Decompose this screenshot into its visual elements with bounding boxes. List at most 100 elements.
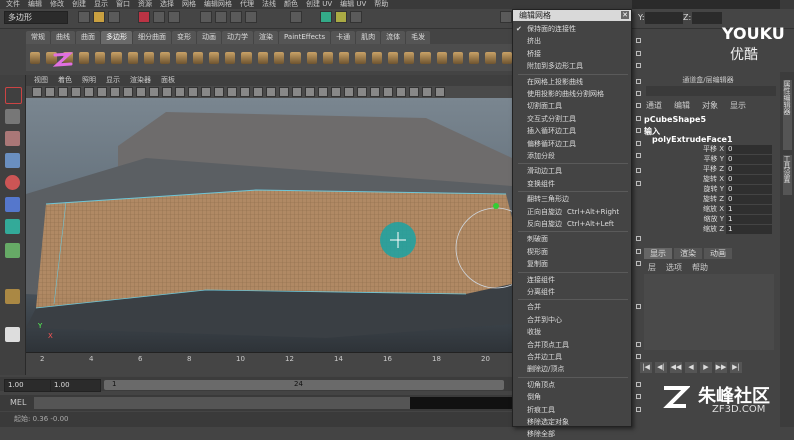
- attribute-value[interactable]: 0: [726, 175, 772, 184]
- layout-four-icon[interactable]: [5, 327, 20, 342]
- range-start-field[interactable]: 1.00: [4, 379, 51, 392]
- shelf-tool-icon[interactable]: [371, 51, 382, 64]
- snap-curve-icon[interactable]: [215, 11, 227, 23]
- layer-tab[interactable]: 显示: [644, 248, 672, 259]
- shelf-tab[interactable]: 变形: [172, 31, 196, 44]
- object-name[interactable]: pCubeShape5: [644, 116, 774, 132]
- layer-menu-item[interactable]: 层: [648, 262, 656, 273]
- menu-item[interactable]: 切角顶点: [513, 379, 645, 391]
- menu-item[interactable]: 反向自旋边 Ctrl+Alt+Left: [513, 218, 645, 230]
- save-scene-icon[interactable]: [108, 11, 120, 23]
- snap-point-icon[interactable]: [230, 11, 242, 23]
- shelf-tool-icon[interactable]: [160, 51, 171, 64]
- step-back-icon[interactable]: ◀◀: [670, 361, 682, 373]
- attribute-row[interactable]: 缩放 Y1: [644, 215, 772, 224]
- step-forward-icon[interactable]: ▶▶: [715, 361, 727, 373]
- shelf-tool-icon[interactable]: [436, 51, 447, 64]
- viewport-menu-item[interactable]: 着色: [58, 75, 72, 86]
- menu-item[interactable]: 合并到中心: [513, 314, 645, 326]
- attribute-row[interactable]: 旋转 X0: [644, 175, 772, 184]
- select-tool-icon[interactable]: [5, 87, 22, 104]
- option-box-icon[interactable]: [636, 354, 641, 359]
- menu-item[interactable]: 桥接: [513, 48, 645, 60]
- 3d-viewport[interactable]: [26, 98, 512, 352]
- last-tool-icon[interactable]: [5, 243, 20, 258]
- menubar-item[interactable]: 窗口: [116, 0, 130, 9]
- manipulator-tool-icon[interactable]: [5, 219, 20, 234]
- attribute-value[interactable]: 0: [726, 165, 772, 174]
- viewport-option-icon[interactable]: [32, 87, 42, 97]
- option-box-icon[interactable]: [636, 153, 641, 158]
- viewport-menu-item[interactable]: 照明: [82, 75, 96, 86]
- option-box-icon[interactable]: [636, 394, 641, 400]
- menu-item[interactable]: 偏移循环边工具: [513, 138, 645, 150]
- shelf-tool-icon[interactable]: [485, 51, 496, 64]
- viewport-option-icon[interactable]: [370, 87, 380, 97]
- shelf-tab[interactable]: 卡通: [331, 31, 356, 44]
- snap-grid-icon[interactable]: [200, 11, 212, 23]
- menu-item[interactable]: 翻转三角形边: [513, 193, 645, 205]
- menu-item[interactable]: 保持面的连接性 ✔: [513, 23, 645, 35]
- menubar-item[interactable]: 创建 UV: [306, 0, 332, 9]
- shelf-tool-icon[interactable]: [420, 51, 431, 64]
- viewport-option-icon[interactable]: [253, 87, 263, 97]
- menu-item[interactable]: 变换组件: [513, 178, 645, 190]
- layer-menu-item[interactable]: 帮助: [692, 262, 708, 273]
- viewport-option-icon[interactable]: [188, 87, 198, 97]
- menu-item[interactable]: 合并顶点工具: [513, 339, 645, 351]
- menu-item[interactable]: 添加分段: [513, 150, 645, 162]
- shelf-tool-icon[interactable]: [257, 51, 268, 64]
- menubar-item[interactable]: 创建: [72, 0, 86, 9]
- menu-item[interactable]: 收拢: [513, 326, 645, 338]
- viewport-option-icon[interactable]: [97, 87, 107, 97]
- viewport-option-icon[interactable]: [58, 87, 68, 97]
- coord-y-field[interactable]: [645, 12, 683, 24]
- scale-tool-icon[interactable]: [5, 197, 20, 212]
- play-back-icon[interactable]: ◀: [685, 361, 697, 373]
- attribute-editor-tab[interactable]: 属性编辑器: [783, 80, 792, 150]
- shelf-tool-icon[interactable]: [95, 51, 106, 64]
- viewport-option-icon[interactable]: [149, 87, 159, 97]
- viewport-menu-item[interactable]: 显示: [106, 75, 120, 86]
- menu-item[interactable]: 挤出: [513, 35, 645, 47]
- menubar-item[interactable]: 网格: [182, 0, 196, 9]
- shelf-tool-icon[interactable]: [111, 51, 122, 64]
- menu-item[interactable]: 倒角: [513, 391, 645, 403]
- select-by-component-icon[interactable]: [168, 11, 180, 23]
- shelf-tab[interactable]: 渲染: [254, 31, 278, 44]
- history-icon[interactable]: [290, 11, 302, 23]
- shelf-tool-icon[interactable]: [339, 51, 350, 64]
- option-box-icon[interactable]: [636, 50, 641, 56]
- menubar-item[interactable]: 文件: [6, 0, 20, 9]
- shelf-tool-icon[interactable]: [176, 51, 187, 64]
- menu-item[interactable]: 分离组件: [513, 286, 645, 298]
- select-by-hierarchy-icon[interactable]: [138, 11, 150, 23]
- range-inner-field[interactable]: 1.00: [50, 379, 101, 392]
- menubar-item[interactable]: 编辑: [28, 0, 42, 9]
- attribute-row[interactable]: 缩放 X1: [644, 205, 772, 214]
- option-box-icon[interactable]: [636, 128, 641, 134]
- viewport-option-icon[interactable]: [318, 87, 328, 97]
- menu-item[interactable]: 在网格上投影曲线: [513, 76, 645, 88]
- menu-item[interactable]: 滑动边工具: [513, 165, 645, 177]
- shelf-tool-icon[interactable]: [387, 51, 399, 64]
- menu-item[interactable]: 合并: [513, 301, 645, 313]
- shelf-tool-icon[interactable]: [322, 51, 334, 64]
- attribute-value[interactable]: 0: [726, 155, 772, 164]
- shelf-tool-icon[interactable]: [355, 51, 366, 64]
- channel-box-menu-item[interactable]: 显示: [730, 100, 746, 111]
- shelf-tool-icon[interactable]: [192, 51, 203, 64]
- lasso-tool-icon[interactable]: [5, 109, 20, 124]
- paint-select-icon[interactable]: [5, 131, 20, 146]
- viewport-option-icon[interactable]: [162, 87, 172, 97]
- menu-item[interactable]: 移除全部: [513, 428, 645, 440]
- option-box-icon[interactable]: [636, 78, 641, 84]
- option-box-icon[interactable]: [636, 406, 641, 412]
- shelf-tool-icon[interactable]: [452, 51, 464, 64]
- viewport-option-icon[interactable]: [344, 87, 354, 97]
- shelf-tab[interactable]: 毛发: [406, 31, 431, 44]
- attribute-row[interactable]: 平移 X0: [644, 145, 772, 154]
- menu-item[interactable]: 附加到多边形工具: [513, 60, 645, 72]
- ipr-render-icon[interactable]: [335, 11, 347, 23]
- option-box-icon[interactable]: [636, 180, 641, 186]
